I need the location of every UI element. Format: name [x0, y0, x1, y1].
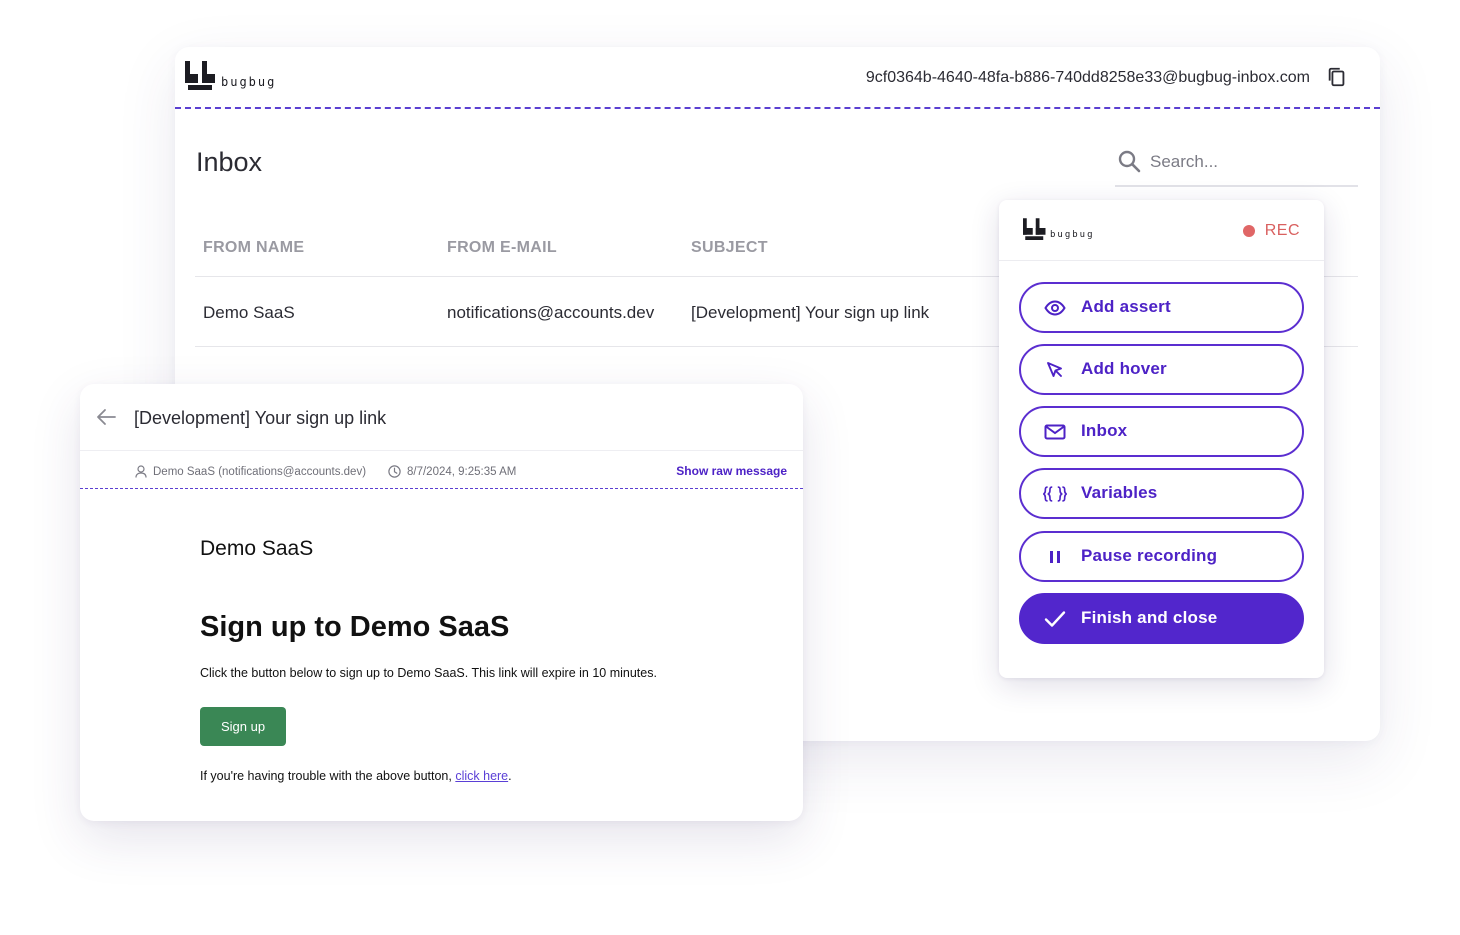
inbox-email-address: 9cf0364b-4640-48fa-b886-740dd8258e33@bug…	[865, 69, 1310, 86]
email-trouble-text: If you're having trouble with the above …	[200, 769, 512, 783]
clock-icon	[388, 465, 401, 478]
message-subject: [Development] Your sign up link	[134, 408, 387, 428]
show-raw-message-link[interactable]: Show raw message	[676, 464, 787, 478]
back-arrow-icon[interactable]	[96, 408, 116, 426]
column-header-from-name: FROM NAME	[203, 239, 305, 256]
search-box[interactable]	[1115, 145, 1358, 187]
sign-up-button[interactable]: Sign up	[200, 707, 286, 746]
envelope-icon	[1043, 421, 1067, 443]
message-from: Demo SaaS (notifications@accounts.dev)	[135, 465, 366, 478]
column-header-subject: SUBJECT	[691, 239, 768, 256]
email-brand: Demo SaaS	[200, 537, 314, 560]
bugbug-logo-icon	[1023, 218, 1046, 240]
cell-subject: [Development] Your sign up link	[691, 303, 930, 322]
search-icon	[1118, 150, 1141, 173]
click-here-link[interactable]: click here	[455, 769, 508, 783]
add-assert-label: Add assert	[1081, 297, 1171, 316]
braces-icon	[1043, 483, 1067, 505]
message-meta: Demo SaaS (notifications@accounts.dev) 8…	[80, 450, 803, 489]
page-title: Inbox	[196, 147, 263, 177]
recording-status-label: REC	[1264, 222, 1300, 239]
add-hover-button[interactable]: Add hover	[1019, 344, 1304, 395]
inbox-label: Inbox	[1081, 421, 1128, 440]
logo-text: bugbug	[221, 75, 277, 89]
message-from-text: Demo SaaS (notifications@accounts.dev)	[153, 465, 367, 478]
recording-dot-icon	[1242, 225, 1255, 237]
finish-and-close-label: Finish and close	[1081, 608, 1218, 627]
column-header-from-email: FROM E-MAIL	[447, 239, 557, 256]
cell-from-name: Demo SaaS	[203, 303, 295, 322]
inbox-button[interactable]: Inbox	[1019, 406, 1304, 457]
variables-button[interactable]: Variables	[1019, 468, 1304, 519]
email-heading: Sign up to Demo SaaS	[200, 611, 510, 643]
search-input[interactable]	[1150, 149, 1350, 175]
logo-text: bugbug	[1050, 230, 1095, 240]
cell-from-email: notifications@accounts.dev	[447, 303, 655, 322]
message-date-text: 8/7/2024, 9:25:35 AM	[407, 465, 517, 478]
finish-and-close-button[interactable]: Finish and close	[1019, 593, 1304, 644]
cursor-icon	[1043, 359, 1067, 381]
pause-recording-button[interactable]: Pause recording	[1019, 531, 1304, 582]
add-assert-button[interactable]: Add assert	[1019, 282, 1304, 333]
recording-status: REC	[1242, 222, 1300, 240]
recorder-panel: bugbug REC Add assert Add hover Inbox Va…	[999, 200, 1324, 678]
pause-recording-label: Pause recording	[1081, 546, 1218, 565]
pause-icon	[1043, 546, 1067, 568]
inbox-header: bugbug 9cf0364b-4640-48fa-b886-740dd8258…	[175, 47, 1380, 109]
message-date: 8/7/2024, 9:25:35 AM	[388, 465, 516, 478]
recorder-header: bugbug REC	[999, 200, 1324, 261]
email-text: Click the button below to sign up to Dem…	[200, 666, 657, 680]
copy-icon[interactable]	[1326, 66, 1348, 88]
add-hover-label: Add hover	[1081, 359, 1167, 378]
trouble-end: .	[508, 769, 512, 783]
variables-label: Variables	[1081, 483, 1158, 502]
bugbug-logo: bugbug	[1023, 218, 1095, 241]
bugbug-logo-icon	[185, 61, 215, 90]
check-icon	[1043, 608, 1067, 630]
user-icon	[135, 465, 147, 478]
message-window: [Development] Your sign up link Demo Saa…	[80, 384, 803, 821]
eye-icon	[1043, 297, 1067, 319]
bugbug-logo: bugbug	[185, 61, 276, 91]
trouble-text: If you're having trouble with the above …	[200, 769, 456, 783]
